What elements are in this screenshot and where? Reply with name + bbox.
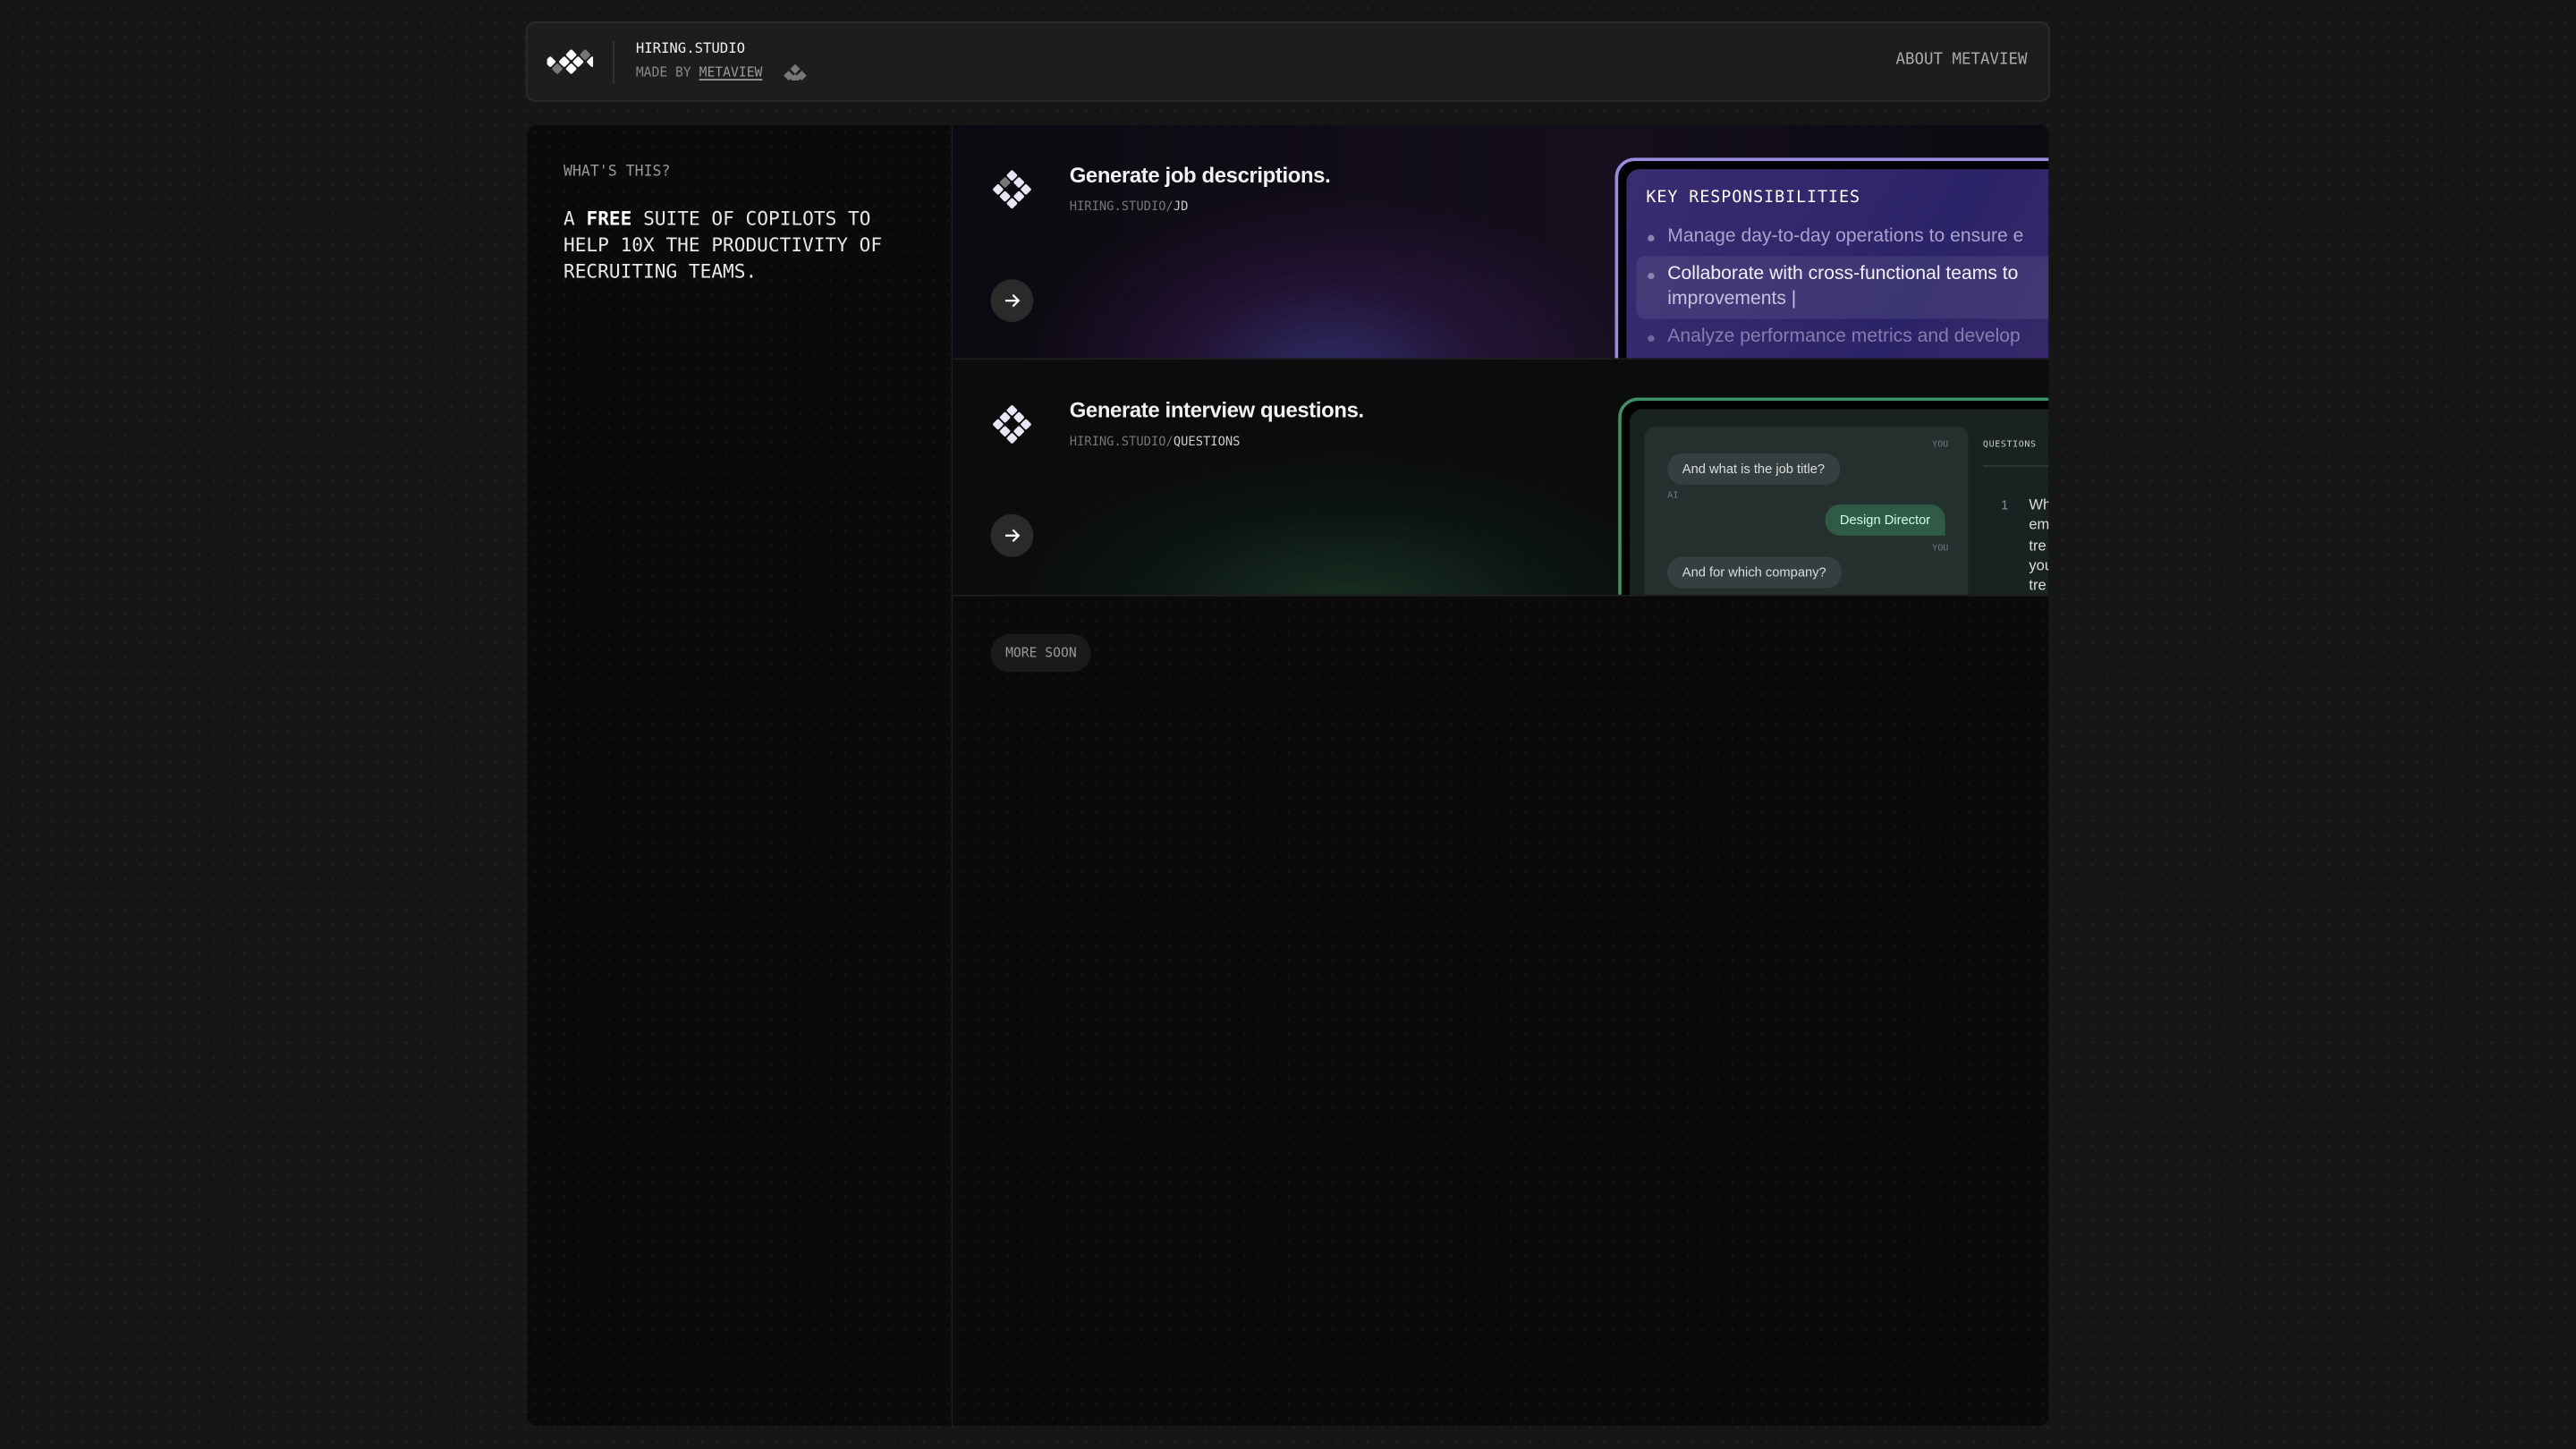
divider	[1983, 465, 2048, 467]
question-number: 1	[2001, 498, 2008, 513]
card-url: HIRING.STUDIO/QUESTIONS	[1070, 434, 1241, 449]
intro-text-free: FREE	[586, 207, 631, 230]
more-soon-badge: MORE SOON	[991, 634, 1092, 672]
card-title: Generate job descriptions.	[1070, 163, 1331, 188]
brand-name: HIRING.STUDIO	[636, 41, 745, 57]
url-path: JD	[1174, 199, 1189, 214]
arrow-right-icon	[1004, 528, 1020, 544]
preview-bullet: Manage day-to-day operations to ensure e	[1646, 226, 2048, 246]
intro-column: WHAT'S THIS? A FREE SUITE OF COPILOTS TO…	[528, 125, 953, 1427]
speaker-label: YOU	[1932, 544, 1948, 554]
open-questions-button[interactable]	[991, 514, 1034, 557]
whats-this-label: WHAT'S THIS?	[564, 165, 670, 181]
open-jd-button[interactable]	[991, 279, 1034, 322]
preview-bullet: Analyze performance metrics and develop	[1646, 327, 2048, 347]
speaker-label: AI	[1667, 491, 1678, 501]
preview-bullet-highlighted: Collaborate with cross-functional teams …	[1636, 257, 2048, 319]
jd-preview: KEY RESPONSIBILITIES Manage day-to-day o…	[1615, 157, 2049, 360]
bullet-text: Collaborate with cross-functional teams …	[1667, 265, 2018, 284]
divider	[613, 41, 614, 84]
site-header: HIRING.STUDIO MADE BY METAVIEW ABOUT MET…	[526, 21, 2050, 102]
arrow-right-icon	[1004, 292, 1020, 309]
card-url: HIRING.STUDIO/JD	[1070, 199, 1189, 214]
card-job-descriptions[interactable]: Generate job descriptions. HIRING.STUDIO…	[953, 125, 2048, 360]
questions-tool-icon	[991, 404, 1034, 447]
metaview-link[interactable]: METAVIEW	[699, 65, 763, 80]
intro-text-a: A	[564, 207, 575, 230]
made-by: MADE BY METAVIEW	[636, 64, 810, 80]
jd-tool-icon	[991, 169, 1034, 212]
about-metaview-link[interactable]: ABOUT METAVIEW	[1895, 51, 2027, 69]
speaker-label: YOU	[1932, 440, 1948, 450]
main-panel: WHAT'S THIS? A FREE SUITE OF COPILOTS TO…	[528, 125, 2049, 1427]
question-text: Wh em tre you tre	[2029, 495, 2048, 596]
chat-bubble: And for which company?	[1667, 557, 1841, 589]
questions-heading: QUESTIONS	[1983, 440, 2037, 450]
intro-description: A FREE SUITE OF COPILOTS TO HELP 10X THE…	[564, 206, 925, 284]
chat-panel: YOU And what is the job title? AI Design…	[1645, 428, 1969, 597]
made-by-label: MADE BY	[636, 65, 691, 80]
chat-bubble-reply: Design Director	[1825, 504, 1945, 536]
card-title: Generate interview questions.	[1070, 397, 1364, 422]
metaview-logo-icon	[780, 64, 809, 80]
card-interview-questions[interactable]: Generate interview questions. HIRING.STU…	[953, 360, 2048, 596]
url-base: HIRING.STUDIO/	[1070, 434, 1174, 449]
bullet-text-cont: improvements |	[1667, 289, 1796, 309]
chat-bubble: And what is the job title?	[1667, 453, 1839, 485]
url-base: HIRING.STUDIO/	[1070, 199, 1174, 214]
url-path: QUESTIONS	[1174, 434, 1241, 449]
questions-preview: YOU And what is the job title? AI Design…	[1618, 397, 2048, 596]
hiring-studio-logo-icon[interactable]	[547, 41, 593, 87]
preview-heading: KEY RESPONSIBILITIES	[1646, 189, 2048, 207]
